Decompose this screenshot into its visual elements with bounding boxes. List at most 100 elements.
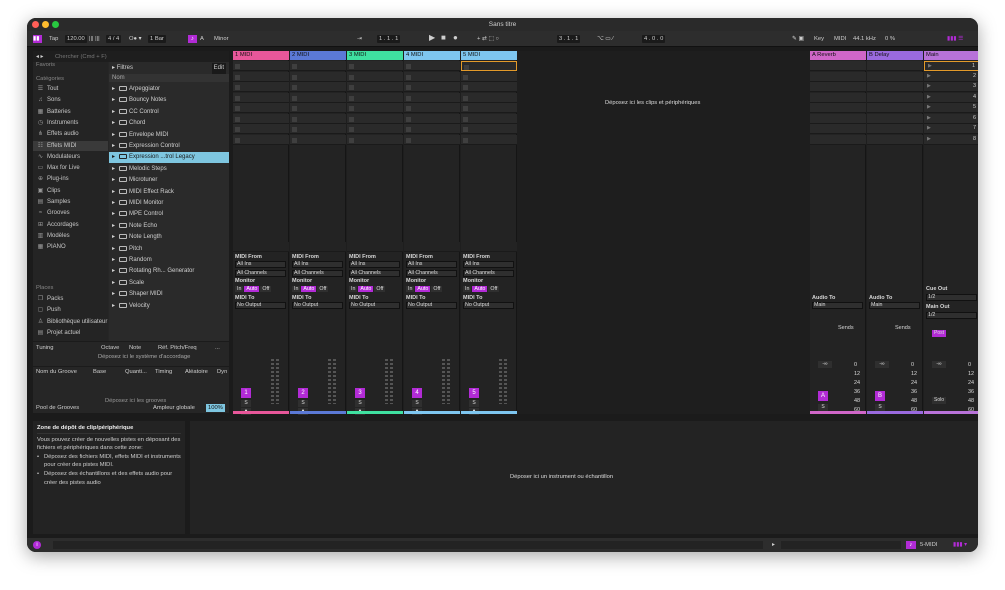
- category-8[interactable]: ⊕ Plug-ins: [36, 174, 69, 184]
- clip-stop-icon[interactable]: [292, 127, 297, 132]
- scene-launch[interactable]: ▶ 5: [924, 103, 978, 113]
- clip-slot[interactable]: [290, 82, 346, 92]
- expand-arrow-icon[interactable]: ▸: [112, 211, 115, 217]
- track-header[interactable]: 1 MIDI: [233, 51, 289, 60]
- clip-slot[interactable]: [461, 71, 517, 82]
- metronome-bars-icon[interactable]: ||| |||: [89, 35, 100, 43]
- clip-slot[interactable]: [461, 61, 517, 71]
- clip-stop-icon[interactable]: [463, 106, 468, 111]
- clip-slot[interactable]: [233, 113, 289, 124]
- solo-button[interactable]: S: [412, 400, 422, 407]
- scene-launch[interactable]: ▶ 1: [924, 61, 978, 71]
- expand-arrow-icon[interactable]: ▸: [112, 86, 115, 92]
- follow-icon[interactable]: ⇥: [357, 35, 362, 43]
- clip-stop-icon[interactable]: [406, 95, 411, 101]
- clip-slot[interactable]: [867, 113, 923, 124]
- clip-slot[interactable]: [290, 61, 346, 71]
- stop-button[interactable]: [404, 242, 460, 252]
- scene-play-icon[interactable]: ▶: [927, 94, 931, 100]
- loop-icons[interactable]: ⌥ ▭ ⁄: [597, 35, 613, 43]
- post-button[interactable]: Post: [932, 330, 946, 337]
- clip-slot[interactable]: [347, 92, 403, 103]
- draw-mode-icon[interactable]: ✎ ▣: [792, 35, 804, 43]
- file-item[interactable]: ▸ MPE Control: [109, 209, 229, 220]
- clip-stop-icon[interactable]: [292, 74, 297, 80]
- zoom-icon[interactable]: [52, 21, 59, 28]
- solo-button[interactable]: S: [241, 400, 251, 407]
- clip-stop-icon[interactable]: [235, 85, 240, 90]
- midi-to-select[interactable]: No Output: [349, 302, 400, 309]
- category-14[interactable]: ▦ PIANO: [36, 242, 66, 252]
- monitor-in[interactable]: In: [406, 286, 415, 292]
- minimize-icon[interactable]: [42, 21, 49, 28]
- expand-arrow-icon[interactable]: ▸: [112, 200, 115, 206]
- clip-slot[interactable]: [867, 61, 923, 71]
- expand-arrow-icon[interactable]: ▸: [112, 154, 115, 160]
- stop-button[interactable]: [233, 242, 289, 252]
- midi-from-select[interactable]: All Ins: [406, 261, 457, 268]
- place-1[interactable]: ▢ Push: [36, 305, 61, 315]
- category-1[interactable]: ♫ Sons: [36, 95, 60, 105]
- track-header[interactable]: B Delay: [867, 51, 923, 60]
- monitor-off[interactable]: Off: [260, 286, 272, 292]
- clip-slot[interactable]: [404, 124, 460, 134]
- view-toggle-icon[interactable]: ▮▮▮ ☰: [947, 35, 963, 43]
- expand-arrow-icon[interactable]: ▸: [112, 234, 115, 240]
- track-header[interactable]: Main: [924, 51, 978, 60]
- file-item[interactable]: ▸ MIDI Monitor: [109, 198, 229, 209]
- clip-stop-icon[interactable]: [406, 127, 411, 132]
- column-header-name[interactable]: Nom: [109, 74, 229, 82]
- clip-slot[interactable]: [810, 71, 866, 82]
- monitor-off[interactable]: Off: [317, 286, 329, 292]
- expand-arrow-icon[interactable]: ▸: [112, 189, 115, 195]
- clip-stop-icon[interactable]: [349, 64, 354, 69]
- expand-arrow-icon[interactable]: ▸: [112, 246, 115, 252]
- volume-readout[interactable]: -∞: [818, 361, 832, 368]
- clip-slot[interactable]: [867, 134, 923, 145]
- solo-button[interactable]: S: [469, 400, 479, 407]
- info-icon[interactable]: i: [33, 541, 41, 549]
- place-2[interactable]: ♙ Bibliothèque utilisateur: [36, 317, 108, 327]
- empty-track-area[interactable]: Déposez ici les clips et périphériques: [523, 51, 808, 414]
- place-0[interactable]: ❐ Packs: [36, 294, 64, 304]
- track-header[interactable]: A Reverb: [810, 51, 866, 60]
- clip-slot[interactable]: [233, 61, 289, 71]
- file-item[interactable]: ▸ Velocity: [109, 301, 229, 312]
- file-item[interactable]: ▸ Microtuner: [109, 175, 229, 186]
- scene-play-icon[interactable]: ▶: [927, 104, 931, 110]
- midi-from-select[interactable]: All Ins: [235, 261, 286, 268]
- monitor-in[interactable]: In: [235, 286, 244, 292]
- clip-stop-icon[interactable]: [292, 95, 297, 101]
- file-item[interactable]: ▸ Expression ...trol Legacy: [109, 152, 229, 164]
- midi-channel-select[interactable]: All Channels: [463, 270, 514, 277]
- clip-stop-icon[interactable]: [406, 64, 411, 69]
- file-item[interactable]: ▸ Arpeggiator: [109, 84, 229, 95]
- category-7[interactable]: ▭ Max for Live: [36, 163, 80, 173]
- clip-slot[interactable]: [461, 124, 517, 134]
- category-3[interactable]: ◷ Instruments: [36, 118, 78, 128]
- clip-slot[interactable]: [810, 113, 866, 124]
- volume-readout[interactable]: -∞: [875, 361, 889, 368]
- clip-stop-icon[interactable]: [463, 95, 468, 101]
- track-activator[interactable]: 4: [412, 388, 422, 398]
- scene-play-icon[interactable]: ▶: [927, 115, 931, 121]
- track-header[interactable]: 4 MIDI: [404, 51, 460, 60]
- category-10[interactable]: ▤ Samples: [36, 197, 71, 207]
- expand-arrow-icon[interactable]: ▸: [112, 291, 115, 297]
- clip-slot[interactable]: [347, 134, 403, 145]
- edit-button[interactable]: Edit: [211, 63, 226, 74]
- scene-play-icon[interactable]: ▶: [927, 125, 931, 131]
- clip-slot[interactable]: [867, 92, 923, 103]
- stop-button[interactable]: [461, 242, 517, 252]
- clip-slot[interactable]: [404, 103, 460, 113]
- stop-icon[interactable]: ■: [441, 34, 446, 42]
- scene-launch[interactable]: ▶ 2: [924, 71, 978, 82]
- clip-slot[interactable]: [461, 134, 517, 145]
- clip-stop-icon[interactable]: [406, 137, 411, 143]
- track-activator[interactable]: 2: [298, 388, 308, 398]
- key-root-select[interactable]: A: [200, 35, 204, 43]
- monitor-auto[interactable]: Auto: [301, 286, 317, 292]
- scene-launch[interactable]: ▶ 3: [924, 82, 978, 92]
- clip-stop-icon[interactable]: [349, 116, 354, 122]
- arrangement-position[interactable]: 1 . 1 . 1: [377, 35, 401, 43]
